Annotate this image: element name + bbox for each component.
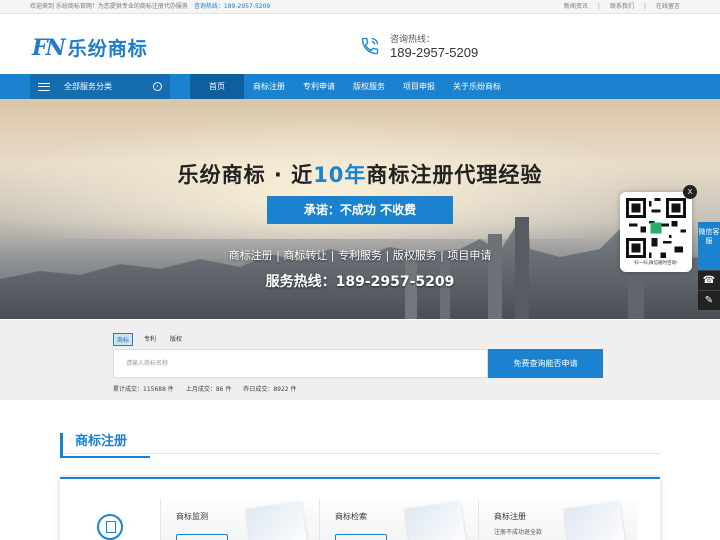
wechat-service-button[interactable]: 微信客服 (698, 222, 720, 270)
site-logo[interactable]: FN 乐纷商标 (32, 34, 148, 61)
search-tab-patent[interactable]: 专利 (141, 333, 159, 346)
card-button[interactable] (176, 534, 228, 540)
card-title: 商标监测 (176, 512, 208, 521)
card-image (245, 501, 309, 540)
wechat-qr-popup: 扫一扫,微信随时咨询! (620, 192, 692, 272)
hero-banner: 乐纷商标 · 近10年商标注册代理经验 承诺：不成功 不收费 商标注册 | 商标… (0, 99, 720, 319)
hotline-number: 189-2957-5209 (390, 45, 479, 60)
card-trademark-monitor[interactable]: 商标监测 (160, 499, 319, 540)
city-skyline-image (0, 217, 720, 319)
top-link-message[interactable]: 在线留言 (646, 0, 690, 14)
deal-stats: 累计成交：115688 件 上月成交：86 件 昨日成交：8922 件 (113, 384, 603, 393)
search-tab-copyright[interactable]: 版权 (167, 333, 185, 346)
edit-icon[interactable]: ✎ (698, 290, 720, 310)
search-panel: 商标 专利 版权 请输入商标名称 免费查询能否申请 累计成交：115688 件 … (113, 333, 603, 393)
banner-hotline: 服务热线：189-2957-5209 (265, 274, 455, 290)
phone-icon (361, 37, 379, 55)
nav-item-about[interactable]: 关于乐纷商标 (444, 74, 510, 99)
section-header: 商标注册 (60, 430, 660, 458)
nav-items: 首页 商标注册 专利申请 版权服务 项目申报 关于乐纷商标 (190, 74, 510, 99)
service-cards-panel: 商标监测 商标检索 商标注册 注册不成功退全款 (60, 477, 660, 540)
search-tab-trademark[interactable]: 商标 (113, 333, 134, 346)
welcome-text: 欢迎来到 乐纷商标官网！为您提供专业的商标注册代办服务 咨询热线：189-2957… (30, 0, 270, 14)
qr-code-image (626, 198, 686, 258)
banner-promise: 承诺：不成功 不收费 (267, 196, 453, 224)
top-link-contact[interactable]: 联系我们 (600, 0, 644, 14)
nav-item-projects[interactable]: 项目申报 (394, 74, 444, 99)
banner-title: 乐纷商标 · 近10年商标注册代理经验 (0, 159, 720, 189)
stat-last-month: 上月成交：86 件 (185, 386, 232, 393)
welcome-message: 欢迎来到 乐纷商标官网！为您提供专业的商标注册代办服务 (30, 3, 188, 10)
stat-total: 累计成交：115688 件 (113, 386, 174, 393)
hotline-label: 咨询热线： (390, 35, 436, 45)
banner-title-accent: 10年 (313, 163, 367, 187)
main-nav: 全部服务分类 › 首页 商标注册 专利申请 版权服务 项目申报 关于乐纷商标 (0, 74, 720, 99)
card-trademark-search[interactable]: 商标检索 (319, 499, 478, 540)
header-hotline: 咨询热线： 189-2957-5209 (360, 32, 478, 60)
nav-item-copyright[interactable]: 版权服务 (344, 74, 394, 99)
all-categories-label: 全部服务分类 (64, 82, 112, 91)
phone-icon[interactable]: ☎ (698, 270, 720, 290)
chevron-right-icon: › (153, 82, 162, 91)
card-subtitle: 注册不成功退全款 (494, 529, 543, 536)
card-image (563, 501, 627, 540)
top-bar: 欢迎来到 乐纷商标官网！为您提供专业的商标注册代办服务 咨询热线：189-2957… (0, 0, 720, 14)
banner-title-pre: 乐纷商标 · 近 (177, 163, 314, 187)
search-tabs: 商标 专利 版权 (113, 333, 603, 346)
qr-caption: 扫一扫,微信随时咨询! (634, 261, 678, 266)
nav-item-patent[interactable]: 专利申请 (294, 74, 344, 99)
all-categories-button[interactable]: 全部服务分类 › (30, 74, 170, 99)
header: FN 乐纷商标 咨询热线： 189-2957-5209 (30, 14, 690, 74)
menu-icon (38, 82, 50, 91)
stat-yesterday: 昨日成交：8922 件 (243, 386, 297, 393)
top-hotline: 咨询热线：189-2957-5209 (193, 3, 271, 10)
logo-text: 乐纷商标 (67, 38, 148, 60)
top-link-news[interactable]: 新闻资讯 (554, 0, 598, 14)
card-button[interactable] (335, 534, 387, 540)
logo-mark: FN (32, 34, 66, 61)
section-title: 商标注册 (60, 433, 151, 458)
floating-sidebar: 微信客服 ☎ ✎ (698, 222, 720, 310)
nav-item-home[interactable]: 首页 (190, 74, 244, 99)
banner-title-post: 商标注册代理经验 (366, 163, 543, 187)
top-links: 新闻资讯 | 联系我们 | 在线留言 (554, 0, 690, 14)
nav-item-trademark[interactable]: 商标注册 (244, 74, 294, 99)
close-icon[interactable]: X (683, 185, 697, 199)
card-title: 商标检索 (335, 512, 367, 521)
search-box: 请输入商标名称 免费查询能否申请 (113, 349, 603, 378)
search-input[interactable]: 请输入商标名称 (113, 349, 488, 378)
card-title: 商标注册 (494, 512, 526, 521)
card-image (404, 501, 468, 540)
search-button[interactable]: 免费查询能否申请 (488, 349, 603, 378)
trademark-icon (97, 514, 123, 540)
banner-services: 商标注册 | 商标转让 | 专利服务 | 版权服务 | 项目申请 (228, 249, 492, 262)
card-trademark-register[interactable]: 商标注册 注册不成功退全款 (478, 499, 637, 540)
search-band: 商标 专利 版权 请输入商标名称 免费查询能否申请 累计成交：115688 件 … (0, 320, 720, 400)
